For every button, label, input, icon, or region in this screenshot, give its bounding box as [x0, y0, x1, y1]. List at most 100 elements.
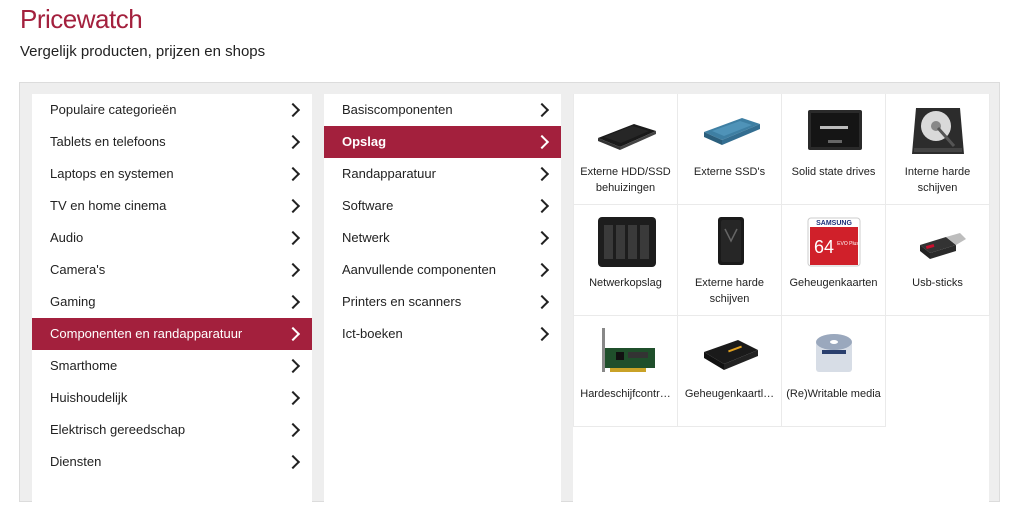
category-item-populaire[interactable]: Populaire categorieën	[32, 94, 312, 126]
product-tile-external-ssd[interactable]: Externe SSD's	[678, 94, 782, 205]
subcategory-item-opslag[interactable]: Opslag	[324, 126, 561, 158]
category-label: Audio	[50, 230, 84, 245]
category-label: Laptops en systemen	[50, 166, 174, 181]
nas-icon	[598, 217, 656, 267]
product-label: Solid state drives	[791, 166, 876, 178]
category-menu: Populaire categorieën Tablets en telefoo…	[32, 94, 312, 511]
category-label: Componenten en randapparatuur	[50, 326, 243, 341]
chevron-right-icon	[534, 102, 550, 118]
product-label: Externe SSD's	[693, 166, 766, 178]
product-label: Interne harde schijven	[904, 166, 971, 194]
disc-media-icon	[816, 334, 852, 372]
chevron-right-icon	[534, 230, 550, 246]
chevron-right-icon	[285, 134, 301, 150]
chevron-right-icon	[285, 422, 301, 438]
card-brand: SAMSUNG	[816, 220, 852, 227]
product-tile-nas[interactable]: Netwerkopslag	[574, 205, 678, 316]
chevron-right-icon	[285, 454, 301, 470]
category-label: Camera's	[50, 262, 106, 277]
external-hdd-icon	[718, 217, 744, 265]
product-label: Hardeschijfcontr…	[580, 388, 671, 400]
chevron-right-icon	[285, 358, 301, 374]
category-label: Populaire categorieën	[50, 102, 177, 117]
category-item-componenten[interactable]: Componenten en randapparatuur	[32, 318, 312, 350]
product-tile-ssd[interactable]: Solid state drives	[782, 94, 886, 205]
product-tile-card-readers[interactable]: Geheugenkaartl…	[678, 316, 782, 427]
product-label: Externe HDD/SSD behuizingen	[580, 166, 671, 194]
category-item-laptops[interactable]: Laptops en systemen	[32, 158, 312, 190]
category-label: Smarthome	[50, 358, 118, 373]
subcategory-item-netwerk[interactable]: Netwerk	[324, 222, 561, 254]
subcategory-label: Aanvullende componenten	[342, 262, 496, 277]
hdd-enclosure-icon	[598, 124, 656, 150]
product-tile-memory-cards[interactable]: SAMSUNG 64 EVO Plus Geheugenkaarten	[782, 205, 886, 316]
subcategory-item-software[interactable]: Software	[324, 190, 561, 222]
external-ssd-icon	[704, 118, 760, 145]
chevron-right-icon	[534, 166, 550, 182]
chevron-right-icon	[285, 262, 301, 278]
subcategory-label: Opslag	[342, 134, 387, 149]
category-label: TV en home cinema	[50, 198, 167, 213]
chevron-right-icon	[285, 198, 301, 214]
category-item-gaming[interactable]: Gaming	[32, 286, 312, 318]
chevron-right-icon	[534, 262, 550, 278]
chevron-right-icon	[534, 294, 550, 310]
category-browser: Populaire categorieën Tablets en telefoo…	[19, 82, 1000, 511]
subcategory-label: Software	[342, 198, 394, 213]
subcategory-label: Basiscomponenten	[342, 102, 453, 117]
ssd-icon	[808, 110, 862, 150]
chevron-right-icon	[534, 134, 550, 150]
product-tile-hdd-enclosures[interactable]: Externe HDD/SSD behuizingen	[574, 94, 678, 205]
category-label: Huishoudelijk	[50, 390, 128, 405]
category-item-tablets[interactable]: Tablets en telefoons	[32, 126, 312, 158]
product-tile-internal-hdd[interactable]: Interne harde schijven	[886, 94, 990, 205]
subcategory-label: Printers en scanners	[342, 294, 462, 309]
product-category-grid: Externe HDD/SSD behuizingen Externe SSD'…	[573, 94, 990, 511]
category-label: Gaming	[50, 294, 96, 309]
chevron-right-icon	[285, 166, 301, 182]
category-item-cameras[interactable]: Camera's	[32, 254, 312, 286]
product-label: Geheugenkaartl…	[684, 388, 775, 400]
subcategory-item-basiscomponenten[interactable]: Basiscomponenten	[324, 94, 561, 126]
chevron-right-icon	[285, 230, 301, 246]
product-tile-usb-sticks[interactable]: Usb-sticks	[886, 205, 990, 316]
page-subtitle: Vergelijk producten, prijzen en shops	[20, 43, 266, 60]
card-reader-icon	[704, 340, 758, 370]
usb-stick-icon	[920, 233, 966, 259]
product-label: Geheugenkaarten	[789, 277, 878, 289]
chevron-right-icon	[285, 294, 301, 310]
chevron-right-icon	[534, 326, 550, 342]
subcategory-label: Netwerk	[342, 230, 390, 245]
product-tile-external-hdd[interactable]: Externe harde schijven	[678, 205, 782, 316]
product-tile-disk-controllers[interactable]: Hardeschijfcontr…	[574, 316, 678, 427]
category-item-diensten[interactable]: Diensten	[32, 446, 312, 478]
internal-hdd-icon	[912, 108, 964, 154]
category-item-gereedschap[interactable]: Elektrisch gereedschap	[32, 414, 312, 446]
disk-controller-icon	[602, 328, 655, 372]
category-label: Elektrisch gereedschap	[50, 422, 186, 437]
category-item-tv[interactable]: TV en home cinema	[32, 190, 312, 222]
chevron-right-icon	[285, 102, 301, 118]
product-label: Netwerkopslag	[589, 277, 662, 289]
category-label: Tablets en telefoons	[50, 134, 166, 149]
product-tile-writable-media[interactable]: (Re)Writable media	[782, 316, 886, 427]
product-label: (Re)Writable media	[786, 388, 881, 400]
card-capacity: 64	[814, 237, 834, 257]
subcategory-label: Randapparatuur	[342, 166, 436, 181]
chevron-right-icon	[534, 198, 550, 214]
subcategory-item-printers[interactable]: Printers en scanners	[324, 286, 561, 318]
chevron-right-icon	[285, 326, 301, 342]
subcategory-item-ict-boeken[interactable]: Ict-boeken	[324, 318, 561, 350]
card-model: EVO Plus	[837, 241, 859, 247]
category-item-huishoudelijk[interactable]: Huishoudelijk	[32, 382, 312, 414]
category-item-smarthome[interactable]: Smarthome	[32, 350, 312, 382]
memory-card-icon: SAMSUNG 64 EVO Plus	[807, 217, 861, 267]
subcategory-item-randapparatuur[interactable]: Randapparatuur	[324, 158, 561, 190]
page-title: Pricewatch	[20, 4, 143, 34]
subcategory-item-aanvullende[interactable]: Aanvullende componenten	[324, 254, 561, 286]
chevron-right-icon	[285, 390, 301, 406]
product-label: Externe harde schijven	[694, 277, 765, 305]
product-label: Usb-sticks	[912, 277, 963, 289]
category-item-audio[interactable]: Audio	[32, 222, 312, 254]
category-label: Diensten	[50, 454, 102, 469]
